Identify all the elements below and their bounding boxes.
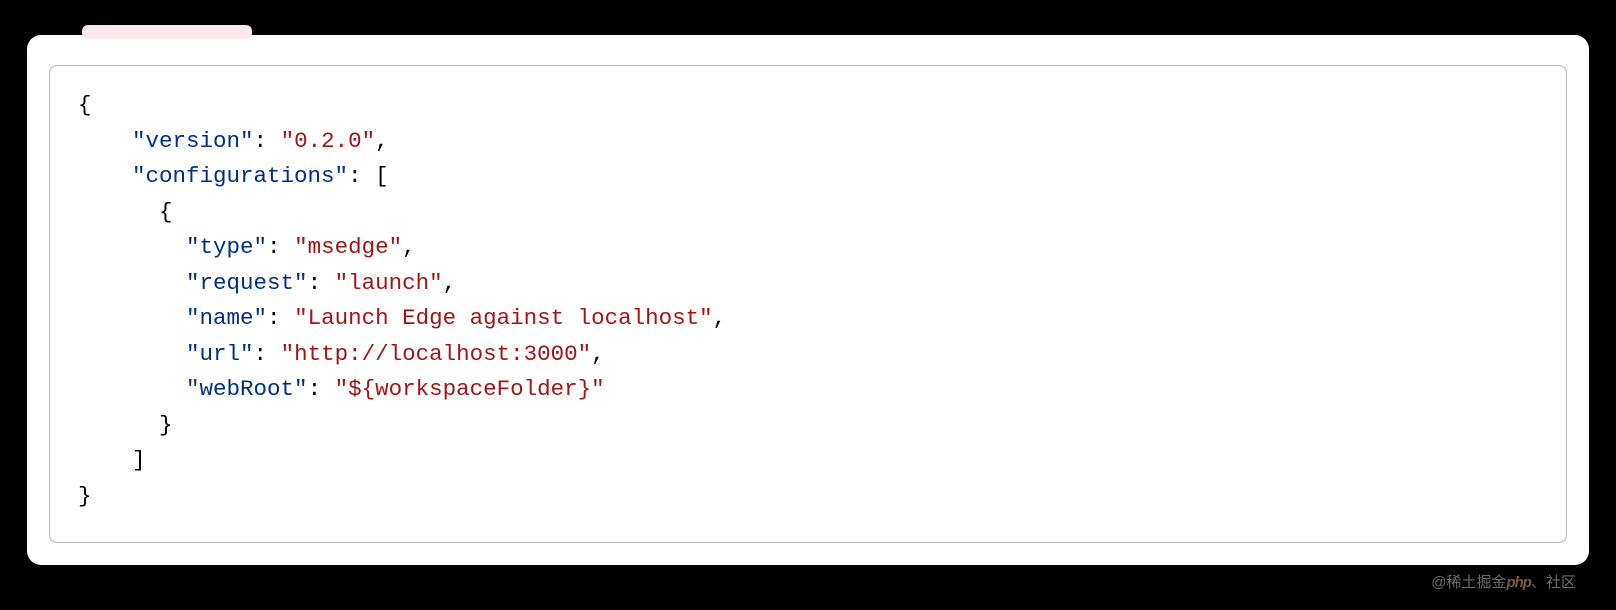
code-token-pn: {	[78, 92, 92, 118]
code-token-pn	[78, 128, 132, 154]
code-token-pn	[78, 376, 186, 402]
code-token-pn: ,	[713, 305, 727, 331]
code-token-pn: ]	[78, 447, 146, 473]
code-token-key: "name"	[186, 305, 267, 331]
code-token-pn: ,	[443, 270, 457, 296]
code-token-colon: :	[308, 270, 335, 296]
code-block[interactable]: { "version": "0.2.0", "configurations": …	[78, 88, 1538, 515]
code-token-colon: :	[267, 234, 294, 260]
code-token-key: "configurations"	[132, 163, 348, 189]
watermark-prefix: @稀土掘金	[1431, 574, 1506, 591]
code-token-str: "http://localhost:3000"	[281, 341, 592, 367]
code-token-key: "request"	[186, 270, 308, 296]
code-token-colon: :	[308, 376, 335, 402]
watermark-suffix: 、社区	[1531, 574, 1576, 591]
code-token-pn: {	[78, 199, 173, 225]
code-card: { "version": "0.2.0", "configurations": …	[27, 35, 1589, 565]
code-token-pn: }	[78, 483, 92, 509]
code-token-key: "url"	[186, 341, 254, 367]
code-token-pn: [	[375, 163, 389, 189]
code-token-key: "version"	[132, 128, 254, 154]
code-token-colon: :	[267, 305, 294, 331]
code-token-str: "msedge"	[294, 234, 402, 260]
code-token-pn: ,	[375, 128, 389, 154]
code-token-pn: }	[78, 412, 173, 438]
code-token-colon: :	[254, 128, 281, 154]
code-token-pn	[78, 270, 186, 296]
code-token-pn: ,	[591, 341, 605, 367]
code-token-str: "Launch Edge against localhost"	[294, 305, 713, 331]
code-token-pn	[78, 163, 132, 189]
code-token-pn	[78, 234, 186, 260]
tab-highlight	[82, 25, 252, 39]
code-token-str: "${workspaceFolder}"	[335, 376, 605, 402]
watermark-brand: php	[1506, 574, 1531, 591]
code-token-key: "type"	[186, 234, 267, 260]
code-token-str: "launch"	[335, 270, 443, 296]
code-token-pn	[78, 341, 186, 367]
code-container: { "version": "0.2.0", "configurations": …	[49, 65, 1567, 543]
code-token-pn: ,	[402, 234, 416, 260]
code-token-key: "webRoot"	[186, 376, 308, 402]
code-token-str: "0.2.0"	[281, 128, 376, 154]
code-token-colon: :	[348, 163, 375, 189]
code-token-pn	[78, 305, 186, 331]
code-token-colon: :	[254, 341, 281, 367]
tab-row	[82, 25, 252, 39]
watermark: @稀土掘金php、社区	[1431, 571, 1576, 592]
